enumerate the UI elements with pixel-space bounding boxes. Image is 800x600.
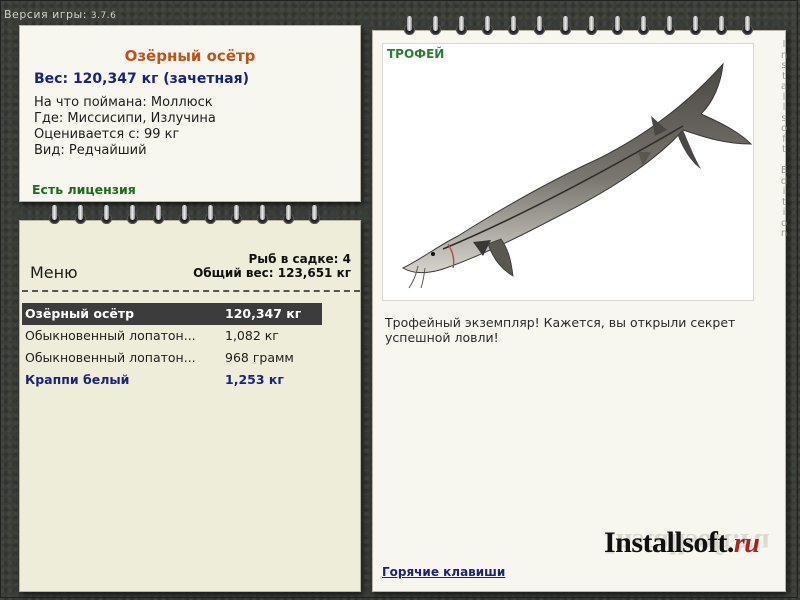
catch-name: Обыкновенный лопатон... — [25, 350, 196, 365]
catch-row[interactable]: Обыкновенный лопатон... 968 грамм — [22, 347, 322, 369]
spiral-ring — [637, 16, 650, 36]
license-status: Есть лицензия — [32, 182, 136, 197]
spiral-ring — [455, 16, 468, 36]
trophy-card: ТРОФЕЙ Трофейный экземпляр! Кажется, вы … — [372, 30, 786, 592]
spiral-ring — [126, 205, 139, 225]
catch-list: Озёрный осётр 120,347 кг Обыкновенный ло… — [22, 303, 322, 391]
spiral-ring — [74, 205, 87, 225]
trophy-photo: ТРОФЕЙ — [383, 44, 753, 300]
keep-net-weight: Общий вес: 123,651 кг — [193, 266, 351, 280]
catch-row[interactable]: Краппи белый 1,253 кг — [22, 369, 322, 391]
version-number: 3.7.6 — [90, 11, 117, 21]
spiral-ring — [100, 205, 113, 225]
spiral-ring — [48, 205, 61, 225]
spiral-ring — [282, 205, 295, 225]
catch-name: Краппи белый — [25, 372, 130, 387]
sturgeon-illustration — [401, 62, 753, 289]
catch-weight: 1,253 кг — [225, 372, 284, 387]
catch-weight: 968 грамм — [225, 350, 294, 365]
spiral-ring — [715, 16, 728, 36]
fish-info-card: Озёрный осётр Вес: 120,347 кг (зачетная)… — [19, 25, 361, 202]
spiral-ring — [585, 16, 598, 36]
catch-name: Озёрный осётр — [25, 306, 135, 321]
fish-place: Где: Миссисипи, Излучина — [34, 111, 216, 126]
edition-label: Installsoft Edition — [780, 39, 788, 239]
spiral-ring — [481, 16, 494, 36]
catch-weight: 1,082 кг — [225, 328, 279, 343]
catch-weight: 120,347 кг — [225, 306, 302, 321]
spiral-ring — [611, 16, 624, 36]
catch-row[interactable]: Обыкновенный лопатон... 1,082 кг — [22, 325, 322, 347]
trophy-description: Трофейный экземпляр! Кажется, вы открыли… — [385, 315, 736, 345]
spiral-ring — [507, 16, 520, 36]
fish-name: Озёрный осётр — [124, 47, 256, 65]
logo-reflection: Installsoft.ru — [604, 527, 770, 560]
version-text: Версия игры: — [4, 8, 87, 21]
menu-title[interactable]: Меню — [30, 263, 78, 282]
spiral-ring — [429, 16, 442, 36]
spiral-ring — [533, 16, 546, 36]
spiral-ring — [178, 205, 191, 225]
divider — [22, 290, 360, 292]
spiral-ring — [403, 16, 416, 36]
fish-weight: Вес: 120,347 кг (зачетная) — [34, 71, 249, 87]
spiral-ring — [308, 205, 321, 225]
hotkeys-link[interactable]: Горячие клавиши — [382, 565, 505, 579]
spiral-ring — [689, 16, 702, 36]
menu-spiral-binding — [48, 205, 334, 225]
trophy-spiral-binding — [403, 16, 767, 36]
spiral-ring — [663, 16, 676, 36]
version-label: Версия игры: 3.7.6 — [4, 8, 116, 21]
spiral-ring — [230, 205, 243, 225]
catch-menu-card: Меню Рыб в садке: 4 Общий вес: 123,651 к… — [19, 220, 361, 592]
spiral-ring — [152, 205, 165, 225]
trophy-label: ТРОФЕЙ — [387, 47, 445, 61]
fish-kind: Вид: Редчайший — [34, 143, 147, 158]
spiral-ring — [256, 205, 269, 225]
spiral-ring — [741, 16, 754, 36]
fish-bait: На что поймана: Моллюск — [34, 95, 213, 110]
fish-rated: Оценивается с: 99 кг — [34, 127, 180, 142]
catch-name: Обыкновенный лопатон... — [25, 328, 196, 343]
catch-row[interactable]: Озёрный осётр 120,347 кг — [22, 303, 322, 325]
spiral-ring — [559, 16, 572, 36]
keep-net-count: Рыб в садке: 4 — [248, 252, 352, 266]
spiral-ring — [204, 205, 217, 225]
